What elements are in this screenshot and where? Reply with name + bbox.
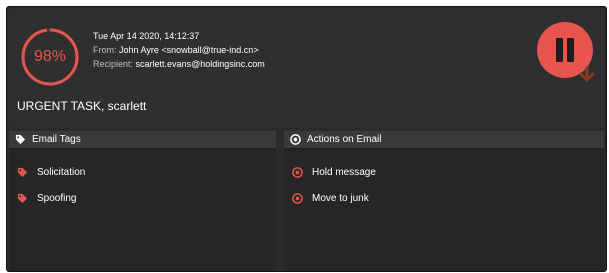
score-value: 98%: [33, 48, 67, 65]
chevron-down-icon[interactable]: [578, 66, 596, 84]
tag-item-solicitation[interactable]: Solicitation: [9, 159, 276, 185]
email-meta: Tue Apr 14 2020, 14:12:37 From: John Ayr…: [93, 29, 265, 71]
target-icon: [292, 192, 303, 204]
email-subject: URGENT TASK, scarlett: [17, 99, 147, 113]
tag-label: Spoofing: [37, 192, 77, 204]
action-label: Hold message: [312, 166, 376, 178]
target-icon: [290, 134, 301, 145]
action-label: Move to junk: [312, 192, 369, 204]
action-move-to-junk[interactable]: Move to junk: [284, 185, 604, 211]
pause-icon-bar: [567, 38, 574, 62]
tag-item-spoofing[interactable]: Spoofing: [9, 185, 276, 211]
action-hold-message[interactable]: Hold message: [284, 159, 604, 185]
email-recipient-row: Recipient: scarlett.evans@holdingsinc.co…: [93, 57, 265, 71]
actions-title: Actions on Email: [307, 134, 382, 145]
from-label: From:: [93, 45, 117, 55]
tag-icon: [17, 167, 28, 177]
tag-label: Solicitation: [37, 166, 86, 178]
recipient-label: Recipient:: [93, 59, 134, 69]
recipient-value: scarlett.evans@holdingsinc.com: [135, 59, 265, 69]
email-tags-header: Email Tags: [9, 131, 276, 149]
tag-icon: [17, 193, 28, 203]
email-tags-panel: Email Tags Solicitation Spoofing: [9, 131, 276, 271]
actions-panel: Actions on Email Hold message Move to ju…: [284, 131, 604, 271]
email-tags-title: Email Tags: [32, 134, 81, 145]
email-date: Tue Apr 14 2020, 14:12:37: [93, 31, 200, 41]
tags-icon: [15, 134, 26, 145]
target-icon: [292, 166, 303, 178]
from-value: John Ayre <snowball@true-ind.cn>: [119, 45, 259, 55]
email-from-row: From: John Ayre <snowball@true-ind.cn>: [93, 43, 265, 57]
email-header: 98% Tue Apr 14 2020, 14:12:37 From: John…: [9, 9, 604, 127]
actions-header: Actions on Email: [284, 131, 604, 149]
pause-icon: [556, 38, 563, 62]
email-card: 98% Tue Apr 14 2020, 14:12:37 From: John…: [6, 6, 607, 272]
